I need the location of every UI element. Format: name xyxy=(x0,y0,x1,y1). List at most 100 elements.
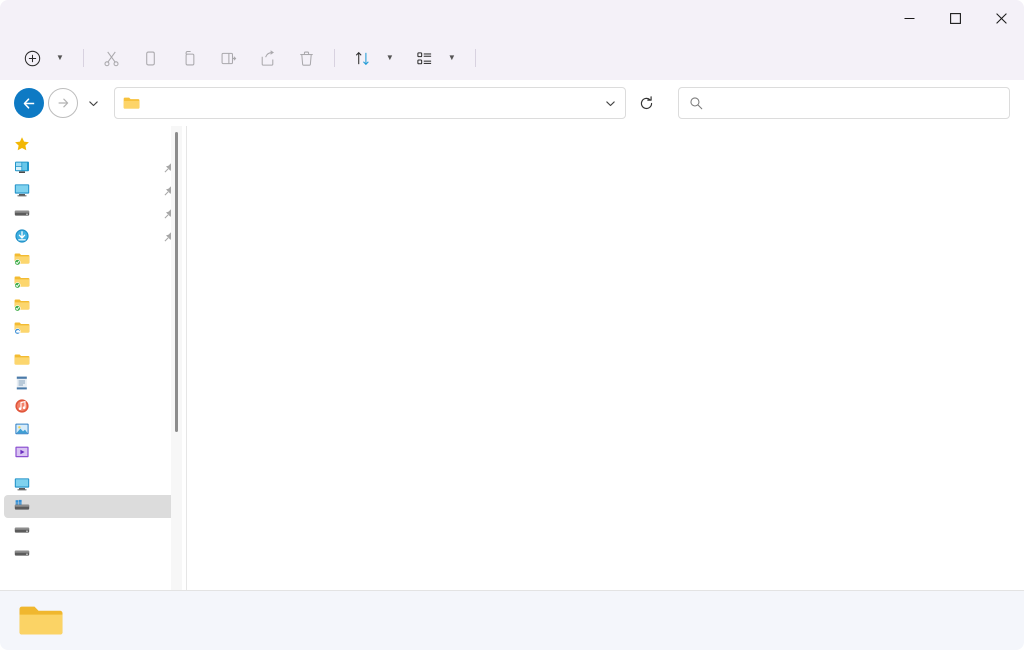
folder-sync-icon xyxy=(14,276,30,288)
sidebar-item-carbonic[interactable] xyxy=(4,293,182,316)
see-more-button[interactable] xyxy=(485,42,519,74)
refresh-button[interactable] xyxy=(632,89,660,117)
sidebar-item-this-pc[interactable] xyxy=(4,178,182,201)
folder-icon xyxy=(123,97,140,109)
paste-button[interactable] xyxy=(171,42,208,74)
sidebar-item-documents[interactable] xyxy=(4,371,182,394)
sidebar-item-files-e[interactable] xyxy=(4,541,182,564)
sidebar-item-how-to-install-kicad[interactable] xyxy=(4,316,182,339)
navigation-pane xyxy=(0,126,186,590)
file-grid xyxy=(201,138,1014,558)
breadcrumb-item-5[interactable] xyxy=(210,100,220,106)
folder-cloud-icon xyxy=(14,322,30,334)
sidebar-item-videos[interactable] xyxy=(4,440,182,463)
minimize-button[interactable] xyxy=(886,0,932,36)
refresh-icon xyxy=(640,95,652,109)
command-bar: ▼ ▼ ▼ xyxy=(0,36,1024,80)
monitor-icon xyxy=(14,477,30,490)
trash-icon xyxy=(300,51,313,66)
back-button[interactable] xyxy=(14,88,44,118)
sort-button[interactable]: ▼ xyxy=(344,42,404,74)
sidebar-item-home-d[interactable] xyxy=(4,201,182,224)
sidebar-scrollbar-thumb[interactable] xyxy=(175,132,178,432)
sidebar-item-downloads[interactable] xyxy=(4,224,182,247)
chevron-down-icon xyxy=(88,100,98,106)
search-box[interactable] xyxy=(678,87,1010,119)
toolbar-divider-3 xyxy=(474,49,476,67)
sidebar-item-home-d-2[interactable] xyxy=(4,518,182,541)
view-icon xyxy=(417,51,431,64)
copy-button[interactable] xyxy=(132,42,169,74)
maximize-button[interactable] xyxy=(932,0,978,36)
desktop-icon xyxy=(15,161,29,173)
new-button[interactable]: ▼ xyxy=(14,42,74,74)
recent-locations-button[interactable] xyxy=(82,88,104,118)
drive-icon xyxy=(14,550,30,556)
videos-icon xyxy=(15,446,29,457)
main-body xyxy=(0,126,1024,590)
toolbar-divider-1 xyxy=(82,49,84,67)
rename-icon xyxy=(221,52,237,64)
breadcrumb-item-1[interactable] xyxy=(162,100,172,106)
sidebar-item-os-c[interactable] xyxy=(4,495,182,518)
monitor-icon xyxy=(14,183,30,196)
chevron-down-icon xyxy=(605,100,615,106)
address-bar-row xyxy=(0,80,1024,126)
title-bar xyxy=(0,0,1024,36)
star-icon xyxy=(15,136,29,150)
breadcrumb-item-2[interactable] xyxy=(174,100,184,106)
address-bar[interactable] xyxy=(114,87,626,119)
toolbar-divider-2 xyxy=(333,49,335,67)
sort-icon xyxy=(355,51,369,65)
address-dropdown-button[interactable] xyxy=(599,90,621,116)
arrow-right-icon xyxy=(58,98,69,108)
sidebar-item-libraries[interactable] xyxy=(4,348,182,371)
drive-icon xyxy=(14,210,30,216)
breadcrumb-item-4[interactable] xyxy=(198,100,208,106)
close-icon xyxy=(995,12,1007,24)
file-explorer-window: ▼ ▼ ▼ xyxy=(0,0,1024,650)
share-icon xyxy=(261,49,274,66)
delete-button[interactable] xyxy=(288,42,325,74)
folder-sync-icon xyxy=(14,253,30,265)
forward-button[interactable] xyxy=(48,88,78,118)
breadcrumb xyxy=(145,100,599,106)
paste-icon xyxy=(185,50,195,65)
copy-icon xyxy=(146,51,155,65)
drive-icon xyxy=(14,527,30,533)
sidebar-item-desktop[interactable] xyxy=(4,155,182,178)
sidebar-item-5-19-08-2021[interactable] xyxy=(4,247,182,270)
maximize-icon xyxy=(949,12,961,24)
pictures-icon xyxy=(15,423,29,434)
file-list-pane xyxy=(186,126,1024,590)
folder-icon xyxy=(19,606,63,634)
view-button[interactable]: ▼ xyxy=(406,42,466,74)
documents-icon xyxy=(16,376,27,389)
close-button[interactable] xyxy=(978,0,1024,36)
folder-icon xyxy=(14,354,30,365)
sidebar-item-pictures[interactable] xyxy=(4,417,182,440)
sidebar-item-quick-access[interactable] xyxy=(4,132,182,155)
cut-button[interactable] xyxy=(93,42,130,74)
sidebar-item-music[interactable] xyxy=(4,394,182,417)
chevron-down-icon: ▼ xyxy=(385,53,394,62)
os-drive-icon xyxy=(14,499,30,510)
chevron-down-icon: ▼ xyxy=(447,53,456,62)
chevron-down-icon: ▼ xyxy=(56,53,64,62)
search-icon xyxy=(690,97,703,110)
scissors-icon xyxy=(104,51,119,66)
minimize-icon xyxy=(904,17,914,19)
sidebar-item-2021[interactable] xyxy=(4,270,182,293)
downloads-icon xyxy=(15,228,29,243)
arrow-left-icon xyxy=(23,97,34,109)
folder-sync-icon xyxy=(14,299,30,311)
breadcrumb-item-0[interactable] xyxy=(150,100,160,106)
share-button[interactable] xyxy=(249,42,286,74)
sidebar-item-this-pc-root[interactable] xyxy=(4,472,182,495)
music-icon xyxy=(15,398,29,413)
breadcrumb-item-3[interactable] xyxy=(186,100,196,106)
rename-button[interactable] xyxy=(210,42,247,74)
status-bar xyxy=(0,590,1024,650)
